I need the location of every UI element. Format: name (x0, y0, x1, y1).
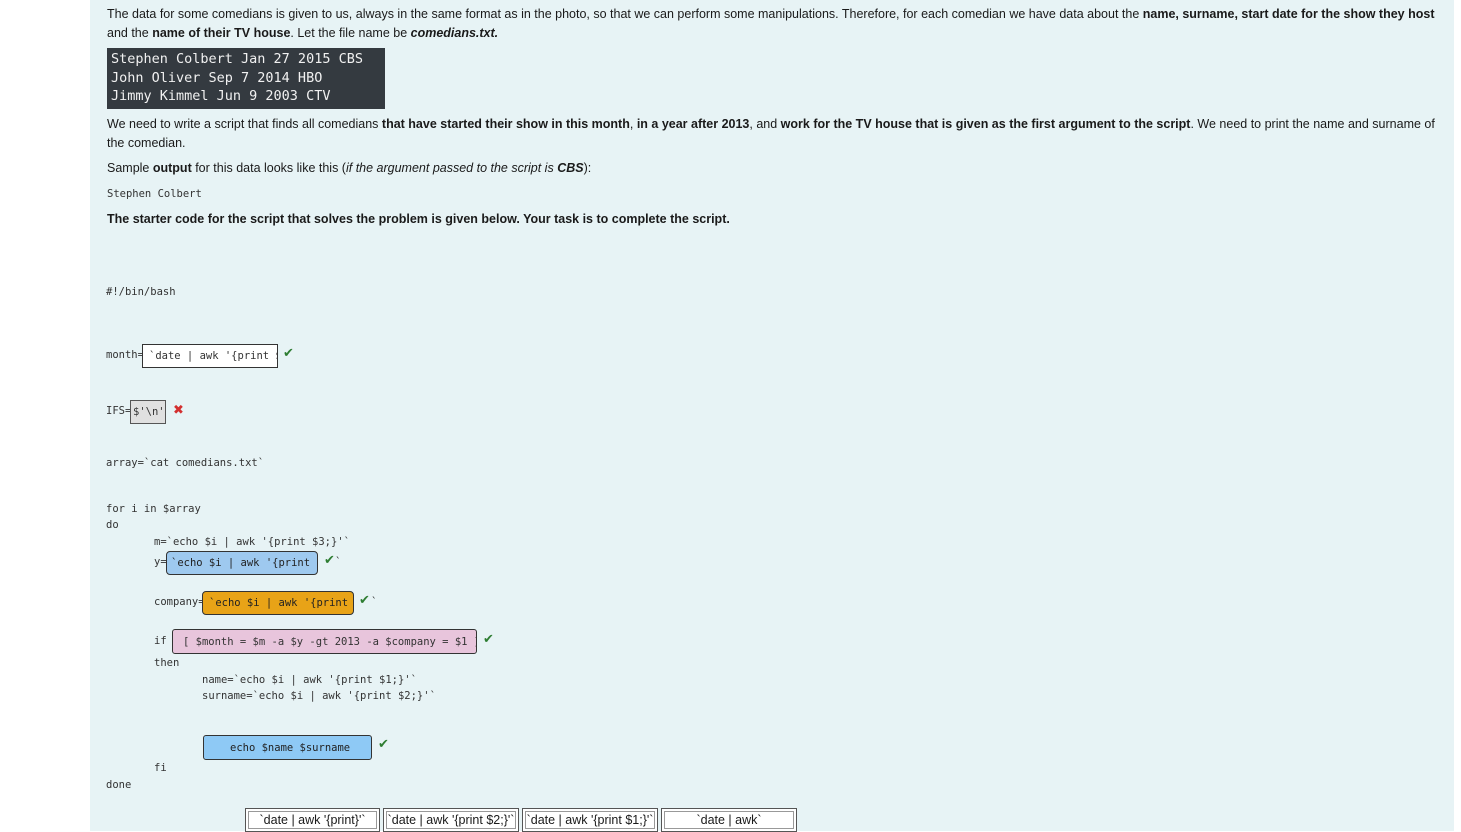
code-m-line: m=`echo $i | awk '{print $3;}'` (154, 536, 350, 548)
code-then: then (154, 657, 180, 669)
option-tile[interactable]: `date | awk` (661, 808, 797, 832)
task-text: , and (749, 117, 781, 131)
code-surname-line: surname=`echo $i | awk '{print $2;}'` (202, 690, 436, 702)
task-text: , (629, 117, 637, 131)
code-y-suffix: ` (335, 556, 342, 568)
check-icon: ✔ (283, 346, 294, 361)
intro-text-3: . Let the file name be (290, 26, 411, 40)
company-drop-zone[interactable]: `echo $i | awk '{print $6;}' (202, 591, 354, 615)
sample-output: Stephen Colbert (107, 188, 202, 200)
starter-note-text: The starter code for the script that sol… (107, 212, 730, 226)
code-fi: fi (154, 762, 167, 774)
sample-italic: if the argument passed to the script is (345, 161, 558, 175)
code-name-line: name=`echo $i | awk '{print $1;}'` (202, 674, 417, 686)
check-icon: ✔ (483, 632, 494, 647)
check-icon: ✔ (359, 593, 370, 608)
cross-icon: ✖ (173, 403, 184, 418)
code-ifs-prefix: IFS= (106, 405, 132, 417)
task-bold: in a year after 2013 (636, 117, 750, 131)
intro-text-2: and the (107, 26, 153, 40)
filename: comedians.txt. (410, 26, 499, 40)
task-text: We need to write a script that finds all… (107, 117, 382, 131)
code-array-line: array=`cat comedians.txt` (106, 457, 265, 469)
sample-text: Sample (107, 161, 153, 175)
code-company-prefix: company= (154, 596, 205, 608)
data-row: John Oliver Sep 7 2014 HBO (111, 69, 323, 86)
option-tile[interactable]: `date | awk '{print $1;}'` (522, 808, 658, 832)
check-icon: ✔ (324, 553, 335, 568)
code-do: do (106, 519, 119, 531)
condition-drop-zone[interactable]: [ $month = $m -a $y -gt 2013 -a $company… (172, 629, 477, 654)
ifs-drop-zone[interactable]: $'\n' (130, 400, 166, 424)
sample-bold: output (152, 161, 192, 175)
data-row: Jimmy Kimmel Jun 9 2003 CTV (111, 88, 331, 104)
task-line-1: We need to write a script that finds all… (107, 115, 1447, 134)
sample-text: ): (583, 161, 592, 175)
intro-line-1: The data for some comedians is given to … (107, 5, 1447, 24)
option-tile[interactable]: `date | awk '{print $2;}'` (383, 808, 519, 832)
code-company-suffix: ` (371, 596, 378, 608)
code-shebang: #!/bin/bash (106, 286, 176, 298)
data-file-block: Stephen Colbert Jan 27 2015 CBS John Oliv… (107, 48, 385, 109)
intro-text: The data for some comedians is given to … (107, 7, 1143, 21)
code-if: if (154, 635, 167, 647)
task-bold: that have started their show in this mon… (381, 117, 630, 131)
task-line-2: the comedian. (107, 136, 186, 150)
task-text: . We need to print the name and surname … (1190, 117, 1435, 131)
intro-bold-2: name of their TV house (152, 26, 291, 40)
sample-line: Sample output for this data looks like t… (107, 159, 591, 178)
y-drop-zone[interactable]: `echo $i | awk '{print $5;}' (166, 551, 318, 575)
data-row: Stephen Colbert Jan 27 2015 CBS (111, 51, 363, 67)
code-for-line: for i in $array (106, 503, 201, 515)
option-tile[interactable]: `date | awk '{print}'` (245, 808, 380, 832)
check-icon: ✔ (378, 737, 389, 752)
intro-bold: name, surname, start date for the show t… (1142, 7, 1435, 21)
month-drop-zone[interactable]: `date | awk '{print $2;}` (142, 344, 278, 368)
code-done: done (106, 779, 132, 791)
sample-arg: CBS (557, 161, 584, 175)
echo-drop-zone[interactable]: echo $name $surname (203, 735, 372, 760)
task-bold: work for the TV house that is given as t… (780, 117, 1191, 131)
intro-line-2: and the name of their TV house. Let the … (107, 24, 498, 43)
code-month-prefix: month= (106, 349, 144, 361)
sample-text: for this data looks like this ( (191, 161, 346, 175)
code-y-prefix: y= (154, 556, 167, 568)
starter-note: The starter code for the script that sol… (107, 210, 730, 229)
